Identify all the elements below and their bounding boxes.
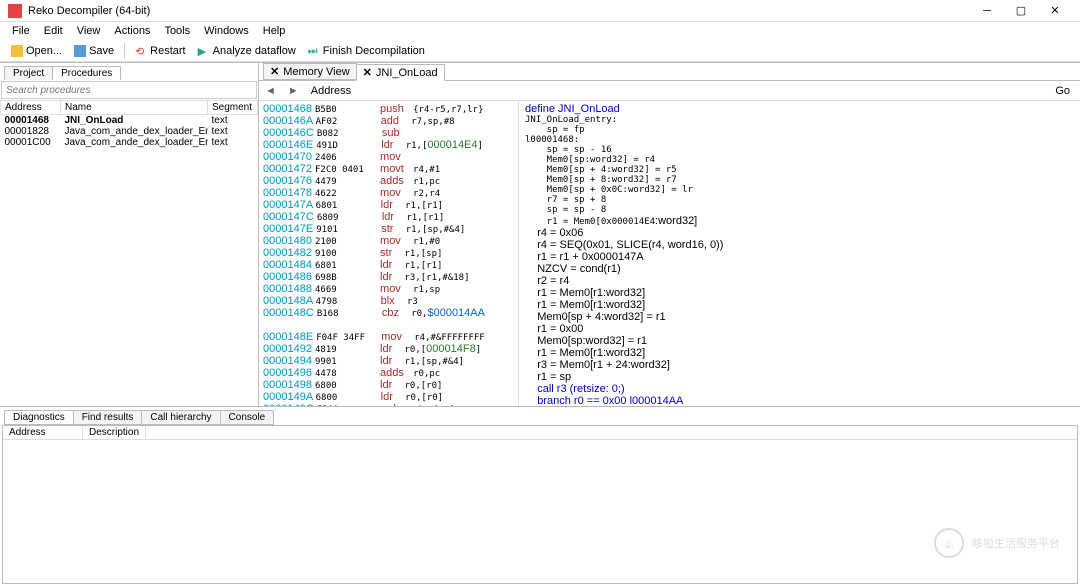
window-title: Reko Decompiler (64-bit) bbox=[28, 5, 970, 17]
go-button[interactable]: Go bbox=[1045, 85, 1080, 97]
analyze-label: Analyze dataflow bbox=[213, 45, 296, 57]
menu-view[interactable]: View bbox=[71, 24, 107, 38]
fast-forward-icon: ⏭ bbox=[308, 45, 320, 57]
tab-project[interactable]: Project bbox=[4, 66, 53, 80]
maximize-button[interactable]: ▢ bbox=[1004, 1, 1038, 21]
disassembly-pane[interactable]: 00001468 B5B0 push {r4-r5,r7,lr} 0000146… bbox=[259, 101, 519, 406]
restart-button[interactable]: ⟲Restart bbox=[130, 44, 190, 58]
il-pane[interactable]: define JNI_OnLoad JNI_OnLoad_entry: sp =… bbox=[519, 101, 1080, 406]
save-button[interactable]: Save bbox=[69, 44, 119, 58]
menu-help[interactable]: Help bbox=[257, 24, 292, 38]
tab-find-results[interactable]: Find results bbox=[73, 410, 143, 425]
tab-memory-label: Memory View bbox=[283, 66, 349, 78]
diagnostics-panel: Address Description bbox=[2, 425, 1078, 584]
tab-diagnostics[interactable]: Diagnostics bbox=[4, 410, 74, 425]
tab-console[interactable]: Console bbox=[220, 410, 275, 425]
minimize-button[interactable]: ─ bbox=[970, 1, 1004, 21]
restart-label: Restart bbox=[150, 45, 185, 57]
nav-forward-button[interactable]: ► bbox=[282, 85, 305, 97]
finish-label: Finish Decompilation bbox=[323, 45, 425, 57]
finish-button[interactable]: ⏭Finish Decompilation bbox=[303, 44, 430, 58]
restart-icon: ⟲ bbox=[135, 45, 147, 57]
table-row[interactable]: 00001C00Java_com_ande_dex_loader_Ent...t… bbox=[1, 137, 258, 148]
menu-tools[interactable]: Tools bbox=[158, 24, 196, 38]
tab-jni-onload[interactable]: ✕ JNI_OnLoad bbox=[356, 64, 445, 81]
close-icon[interactable]: ✕ bbox=[270, 65, 279, 78]
table-row[interactable]: 00001468JNI_OnLoadtext bbox=[1, 115, 258, 127]
play-icon: ▶ bbox=[198, 45, 210, 57]
col-segment[interactable]: Segment bbox=[208, 101, 258, 115]
diagnostics-body[interactable] bbox=[3, 440, 1077, 583]
close-icon[interactable]: ✕ bbox=[363, 66, 372, 79]
address-label: Address bbox=[305, 85, 357, 97]
save-icon bbox=[74, 45, 86, 57]
tab-memory-view[interactable]: ✕ Memory View bbox=[263, 63, 357, 80]
menu-file[interactable]: File bbox=[6, 24, 36, 38]
app-icon bbox=[8, 4, 22, 18]
menu-edit[interactable]: Edit bbox=[38, 24, 69, 38]
open-icon bbox=[11, 45, 23, 57]
search-input[interactable] bbox=[1, 81, 257, 99]
diag-col-description[interactable]: Description bbox=[83, 426, 146, 439]
col-name[interactable]: Name bbox=[61, 101, 208, 115]
analyze-button[interactable]: ▶Analyze dataflow bbox=[193, 44, 301, 58]
table-row[interactable]: 00001828Java_com_ande_dex_loader_Ent...t… bbox=[1, 126, 258, 137]
address-input[interactable] bbox=[357, 84, 1045, 98]
procedures-table: Address Name Segment 00001468JNI_OnLoadt… bbox=[0, 100, 258, 406]
open-label: Open... bbox=[26, 45, 62, 57]
menubar: File Edit View Actions Tools Windows Hel… bbox=[0, 22, 1080, 40]
col-address[interactable]: Address bbox=[1, 101, 61, 115]
menu-windows[interactable]: Windows bbox=[198, 24, 255, 38]
separator bbox=[124, 43, 125, 59]
tab-jni-label: JNI_OnLoad bbox=[376, 67, 438, 79]
close-button[interactable]: ✕ bbox=[1038, 1, 1072, 21]
toolbar: Open... Save ⟲Restart ▶Analyze dataflow … bbox=[0, 40, 1080, 62]
open-button[interactable]: Open... bbox=[6, 44, 67, 58]
menu-actions[interactable]: Actions bbox=[108, 24, 156, 38]
tab-procedures[interactable]: Procedures bbox=[52, 66, 121, 80]
tab-call-hierarchy[interactable]: Call hierarchy bbox=[141, 410, 220, 425]
diag-col-address[interactable]: Address bbox=[3, 426, 83, 439]
nav-back-button[interactable]: ◄ bbox=[259, 85, 282, 97]
save-label: Save bbox=[89, 45, 114, 57]
